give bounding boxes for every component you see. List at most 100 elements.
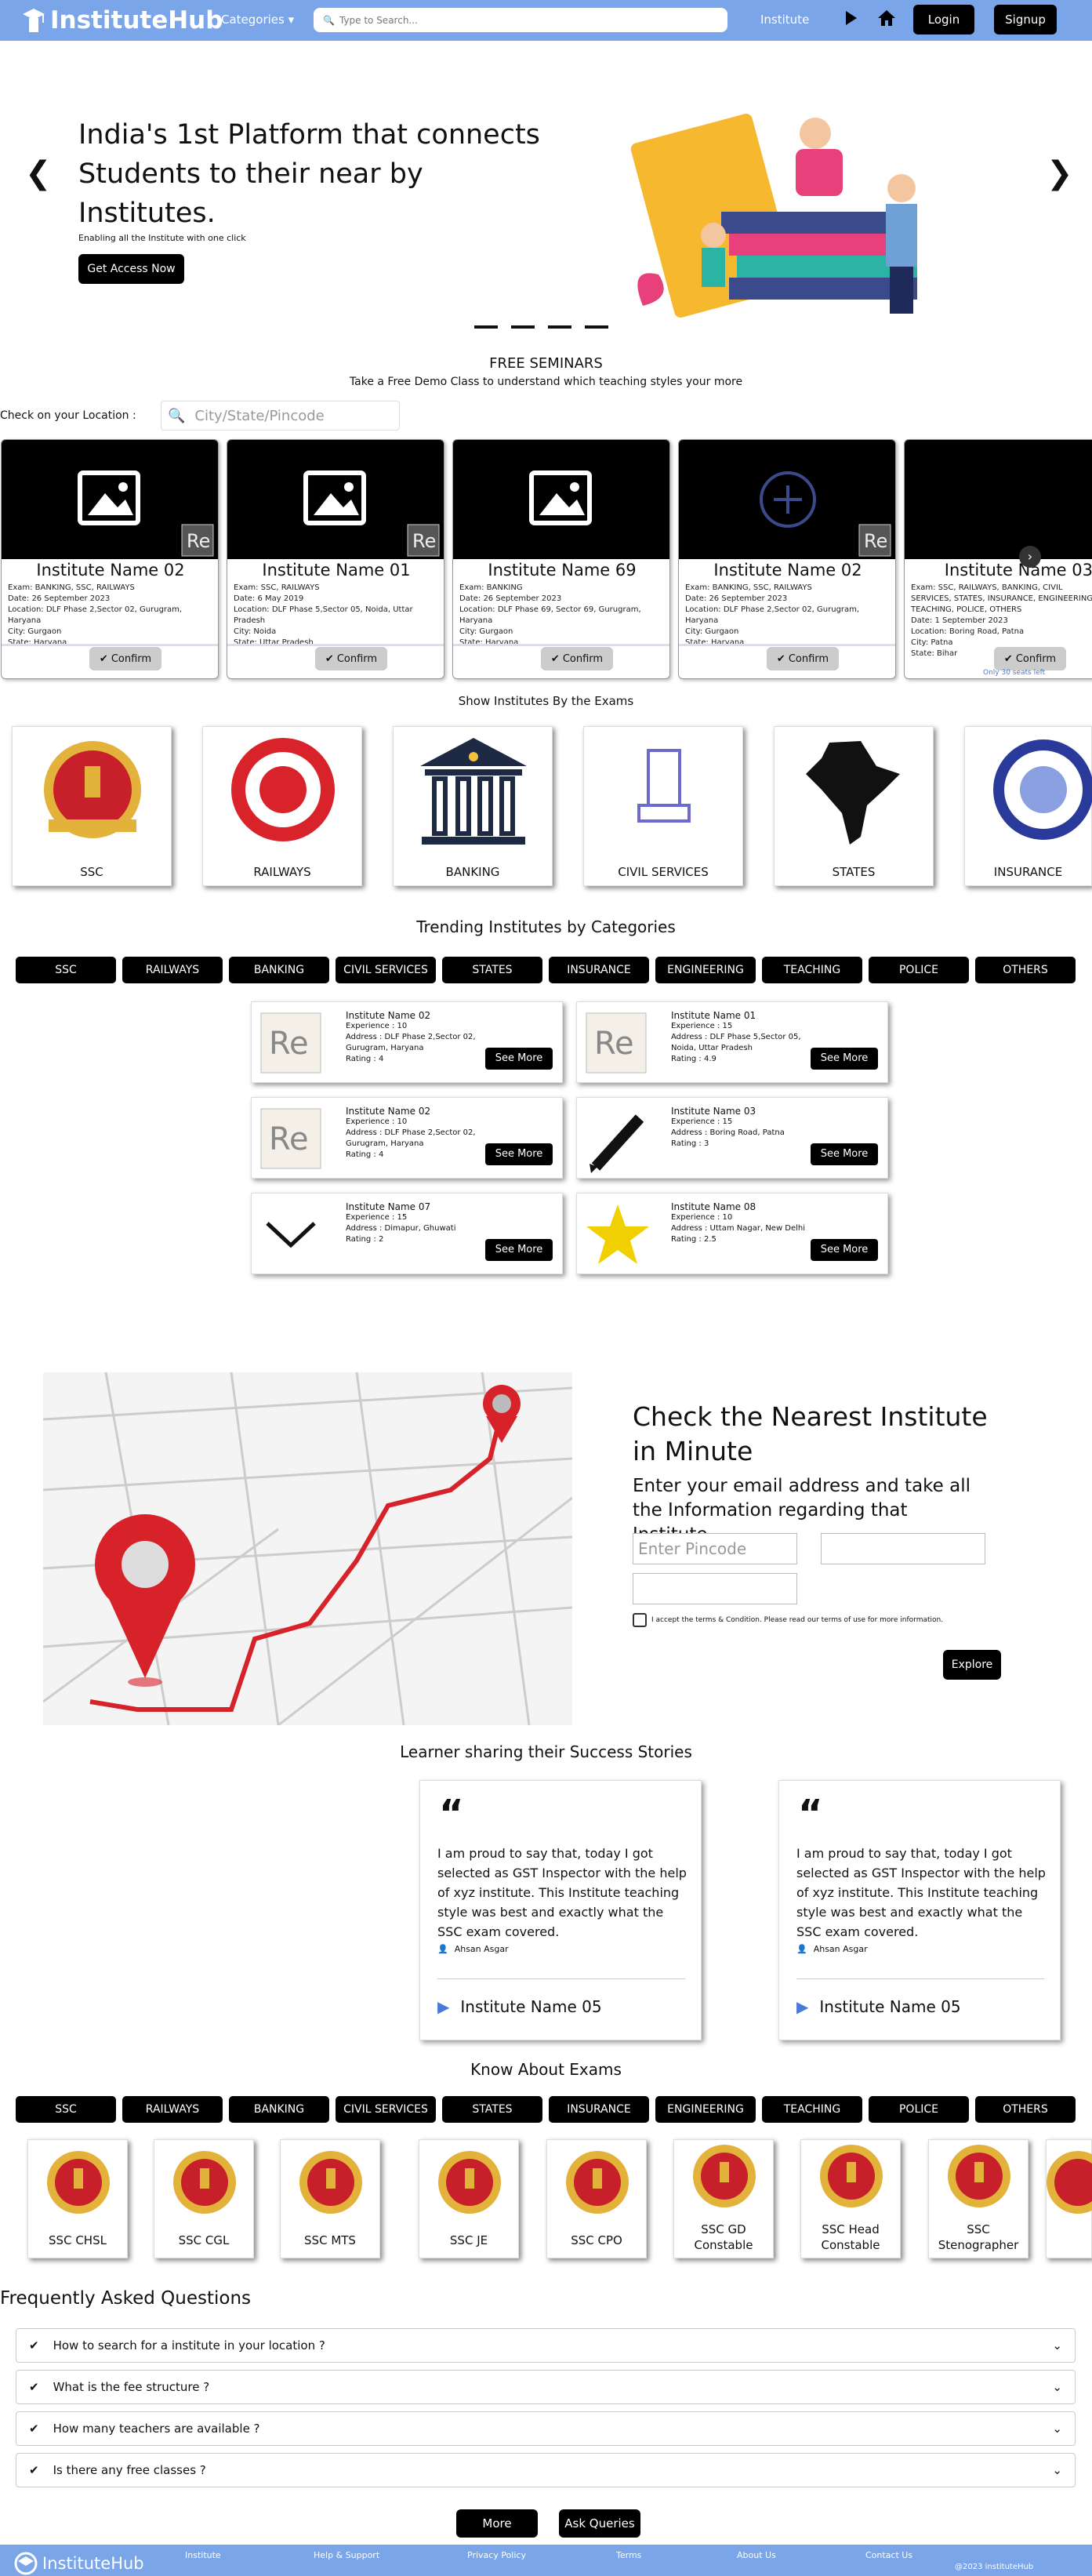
confirm-button[interactable]: ✔ Confirm [767,647,839,670]
carousel-dot[interactable] [548,325,571,329]
exam-tile-insurance[interactable]: INSURANCE [964,726,1092,886]
see-more-button[interactable]: See More [811,1239,878,1261]
category-pill[interactable]: STATES [442,2096,542,2123]
category-pill[interactable]: RAILWAYS [122,2096,223,2123]
category-pill[interactable]: SSC [16,2096,116,2123]
exam-card[interactable]: SSC CHSL [27,2139,128,2258]
category-pill[interactable]: OTHERS [975,957,1076,983]
see-more-button[interactable]: See More [485,1048,553,1070]
exam-tile-banking[interactable]: BANKING [393,726,553,886]
exam-card[interactable]: SSC Stenographer [928,2139,1029,2258]
institute-card[interactable]: Re Institute Name 01 Experience : 15 Addre… [576,1001,888,1083]
seminar-card[interactable]: Re Institute Name 02 Exam: BANKING, SSC,… [1,439,219,679]
categories-dropdown[interactable]: Categories ▾ [221,13,294,27]
category-pill[interactable]: ENGINEERING [655,2096,756,2123]
see-more-button[interactable]: See More [485,1143,553,1165]
exam-card[interactable]: SSC Head Constable [800,2139,901,2258]
seminar-details: Exam: BANKING, SSC, RAILWAYS Date: 26 Sep… [8,583,183,647]
category-pill[interactable]: ENGINEERING [655,957,756,983]
story-institute[interactable]: Institute Name 05 [819,1997,960,2016]
login-button[interactable]: Login [913,5,974,35]
footer-link[interactable]: Privacy Policy [467,2550,526,2560]
carousel-dot[interactable] [511,325,535,329]
user-icon: 👤 [437,1944,448,1954]
institute-card[interactable]: Re Institute Name 02 Experience : 10 Addre… [251,1097,563,1179]
footer-link[interactable]: Institute [185,2550,221,2560]
category-pill[interactable]: POLICE [869,957,969,983]
confirm-button[interactable]: ✔ Confirm [315,647,387,670]
confirm-button[interactable]: ✔ Confirm [541,647,613,670]
category-pill[interactable]: TEACHING [762,2096,862,2123]
exam-card[interactable]: SSC JE [419,2139,519,2258]
exam-card[interactable]: SSC CGL [154,2139,254,2258]
institute-card[interactable]: Re Institute Name 02 Experience : 10 Addre… [251,1001,563,1083]
confirm-button[interactable]: ✔ Confirm [89,647,161,670]
category-pill[interactable]: INSURANCE [549,2096,649,2123]
institute-card[interactable]: Institute Name 08 Experience : 10 Address … [576,1193,888,1274]
exam-tile-ssc[interactable]: SSC [12,726,172,886]
carousel-prev-button[interactable]: ❮ [25,155,52,191]
footer-link[interactable]: Contact Us [865,2550,912,2560]
seminar-card[interactable]: Institute Name 69 Exam: BANKING Date: 26 … [452,439,670,679]
exam-card[interactable]: SSC CPO [546,2139,647,2258]
play-circle-icon[interactable]: ▶ [796,1997,808,2016]
exam-card[interactable]: SSC MTS [280,2139,380,2258]
faq-item[interactable]: ✔ How many teachers are available ? ⌄ [16,2411,1076,2446]
carousel-dot[interactable] [474,325,498,329]
category-pill[interactable]: CIVIL SERVICES [336,957,436,983]
pincode-input[interactable]: Enter Pincode [633,1533,797,1564]
exam-card[interactable]: SSC GD Constable [673,2139,774,2258]
carousel-dot[interactable] [585,325,608,329]
see-more-button[interactable]: See More [811,1143,878,1165]
footer-link[interactable]: Help & Support [314,2550,379,2560]
faq-question: What is the fee structure ? [53,2380,210,2394]
stories-title: Learner sharing their Success Stories [400,1742,692,1761]
faq-item[interactable]: ✔ Is there any free classes ? ⌄ [16,2453,1076,2487]
brand-logo[interactable]: InstituteHub [22,6,223,35]
nav-institute-link[interactable]: Institute [760,13,809,27]
home-icon[interactable] [877,9,896,31]
carousel-next-button[interactable]: ❯ [1047,155,1073,191]
category-pill[interactable]: BANKING [229,2096,329,2123]
category-pill[interactable]: TEACHING [762,957,862,983]
category-pill[interactable]: STATES [442,957,542,983]
see-more-button[interactable]: See More [485,1239,553,1261]
confirm-button[interactable]: ✔ Confirm [994,647,1066,670]
footer-link[interactable]: Terms [616,2550,641,2560]
institute-card[interactable]: Institute Name 03 Experience : 15 Address … [576,1097,888,1179]
faq-item[interactable]: ✔ What is the fee structure ? ⌄ [16,2370,1076,2404]
footer-brand[interactable]: InstituteHub [14,2552,144,2575]
category-pill[interactable]: RAILWAYS [122,957,223,983]
name-input[interactable] [633,1573,797,1604]
seminar-card[interactable]: Institute Name 03 Exam: SSC, RAILWAYS, B… [904,439,1092,679]
exam-tile-railways[interactable]: RAILWAYS [202,726,362,886]
exam-tile-states[interactable]: STATES [774,726,934,886]
category-pill[interactable]: SSC [16,957,116,983]
search-input[interactable]: 🔍 Type to Search... [314,8,727,32]
terms-checkbox[interactable] [633,1613,647,1627]
story-institute[interactable]: Institute Name 05 [460,1997,601,2016]
category-pill[interactable]: INSURANCE [549,957,649,983]
signup-button[interactable]: Signup [994,5,1057,35]
category-pill[interactable]: POLICE [869,2096,969,2123]
institute-card[interactable]: Institute Name 07 Experience : 15 Address … [251,1193,563,1274]
footer-link[interactable]: About Us [737,2550,776,2560]
location-input[interactable]: 🔍 City/State/Pincode [161,401,400,431]
email-input[interactable] [821,1533,985,1564]
more-button[interactable]: More [456,2509,538,2538]
play-circle-icon[interactable]: ▶ [437,1997,449,2016]
category-pill[interactable]: CIVIL SERVICES [336,2096,436,2123]
slider-next-icon[interactable]: › [1019,546,1041,568]
explore-button[interactable]: Explore [943,1650,1001,1680]
ask-queries-button[interactable]: Ask Queries [559,2509,640,2538]
category-pill[interactable]: OTHERS [975,2096,1076,2123]
get-access-button[interactable]: Get Access Now [78,254,184,284]
seminar-card[interactable]: Re Institute Name 02 Exam: BANKING, SSC,… [678,439,896,679]
faq-item[interactable]: ✔ How to search for a institute in your l… [16,2328,1076,2363]
see-more-button[interactable]: See More [811,1048,878,1070]
play-icon[interactable] [843,9,858,30]
exam-card-partial[interactable] [1046,2139,1092,2258]
seminar-card[interactable]: Re Institute Name 01 Exam: SSC, RAILWAYS… [227,439,444,679]
exam-tile-civil-services[interactable]: CIVIL SERVICES [583,726,743,886]
category-pill[interactable]: BANKING [229,957,329,983]
